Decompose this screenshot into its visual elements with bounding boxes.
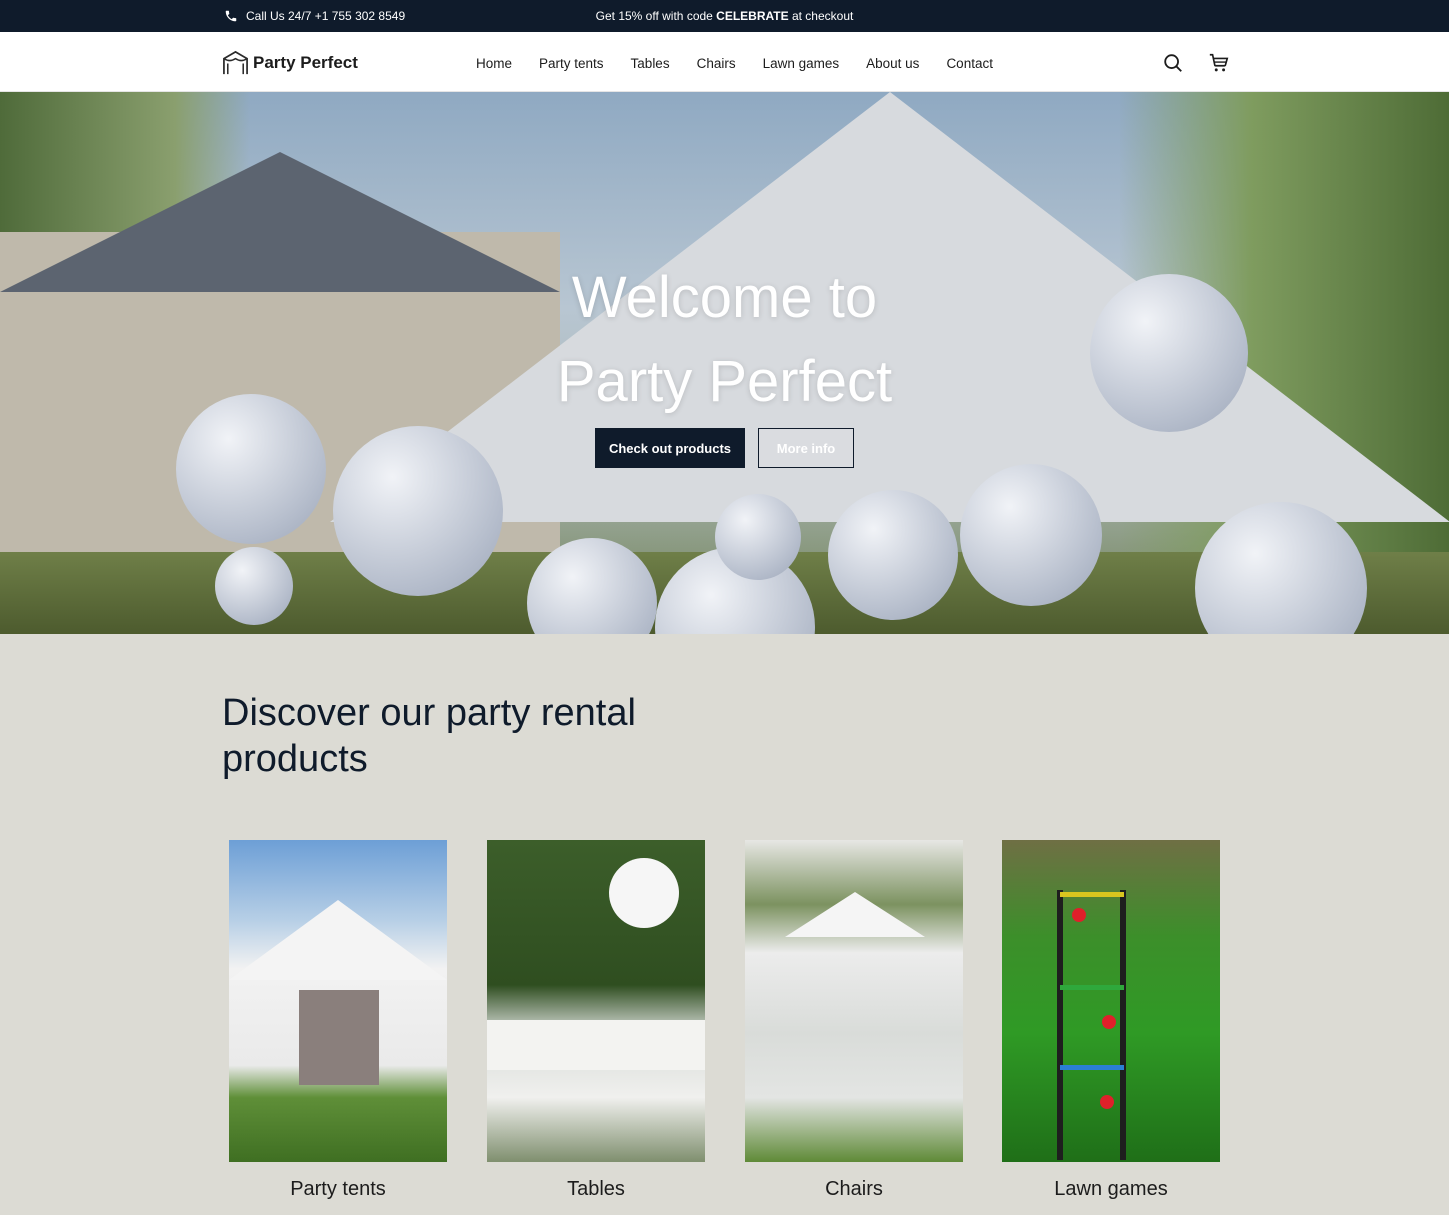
balloon (333, 426, 503, 596)
header-actions (1162, 52, 1230, 74)
balloon (960, 464, 1102, 606)
hero-actions: Check out products More info (595, 428, 854, 468)
bola (1102, 1015, 1116, 1029)
ladder-pole-left (1057, 890, 1063, 1160)
balloon (715, 494, 801, 580)
ladder-rung-blue (1060, 1065, 1124, 1070)
balloon (828, 490, 958, 620)
brand-logo[interactable]: Party Perfect (222, 49, 358, 76)
product-label[interactable]: Lawn games (1002, 1178, 1220, 1201)
promo-prefix: Get 15% off with code (595, 9, 717, 23)
tent-logo-icon (223, 50, 248, 75)
products-section-title: Discover our party rental products (222, 692, 636, 780)
lawn-games-image[interactable] (1002, 840, 1220, 1162)
product-card-tables[interactable]: Tables (487, 840, 705, 1201)
brand-name: Party Perfect (253, 52, 358, 72)
table-top (487, 1020, 705, 1070)
announcement-bar: Call Us 24/7 +1 755 302 8549 Get 15% off… (0, 0, 1449, 32)
tent-peak (229, 900, 447, 980)
nav-about-us[interactable]: About us (866, 56, 919, 71)
promo-suffix: at checkout (788, 9, 854, 23)
product-label[interactable]: Party tents (229, 1178, 447, 1201)
bola (1100, 1095, 1114, 1109)
ladder-rung-green (1060, 985, 1124, 990)
lantern (609, 858, 679, 928)
hero-title-line-1: Welcome to (571, 265, 878, 330)
more-info-button[interactable]: More info (758, 428, 854, 468)
site-header: Party Perfect Home Party tents Tables Ch… (0, 32, 1449, 92)
nav-lawn-games[interactable]: Lawn games (763, 56, 840, 71)
hero-title-line-2: Party Perfect (556, 349, 893, 414)
nav-chairs[interactable]: Chairs (697, 56, 736, 71)
promo-text: Get 15% off with code CELEBRATE at check… (0, 9, 1449, 23)
check-out-products-button[interactable]: Check out products (595, 428, 745, 468)
balloon (215, 547, 293, 625)
product-label[interactable]: Tables (487, 1178, 705, 1201)
nav-contact[interactable]: Contact (946, 56, 993, 71)
product-card-party-tents[interactable]: Party tents (229, 840, 447, 1201)
tent-roof (785, 892, 925, 937)
ladder-rung-yellow (1060, 892, 1124, 897)
main-nav: Home Party tents Tables Chairs Lawn game… (476, 56, 993, 71)
ladder-pole-right (1120, 890, 1126, 1160)
search-icon[interactable] (1162, 52, 1184, 74)
cart-icon[interactable] (1208, 52, 1230, 74)
nav-home[interactable]: Home (476, 56, 512, 71)
tables-image[interactable] (487, 840, 705, 1162)
nav-tables[interactable]: Tables (631, 56, 670, 71)
hero-title: Welcome to Party Perfect (0, 256, 1449, 424)
product-label[interactable]: Chairs (745, 1178, 963, 1201)
hero-banner: Welcome to Party Perfect Check out produ… (0, 92, 1449, 634)
nav-party-tents[interactable]: Party tents (539, 56, 604, 71)
chairs-image[interactable] (745, 840, 963, 1162)
bola (1072, 908, 1086, 922)
party-tents-image[interactable] (229, 840, 447, 1162)
product-card-lawn-games[interactable]: Lawn games (1002, 840, 1220, 1201)
promo-code: CELEBRATE (716, 9, 789, 23)
product-card-chairs[interactable]: Chairs (745, 840, 963, 1201)
tent-entrance (299, 990, 379, 1085)
